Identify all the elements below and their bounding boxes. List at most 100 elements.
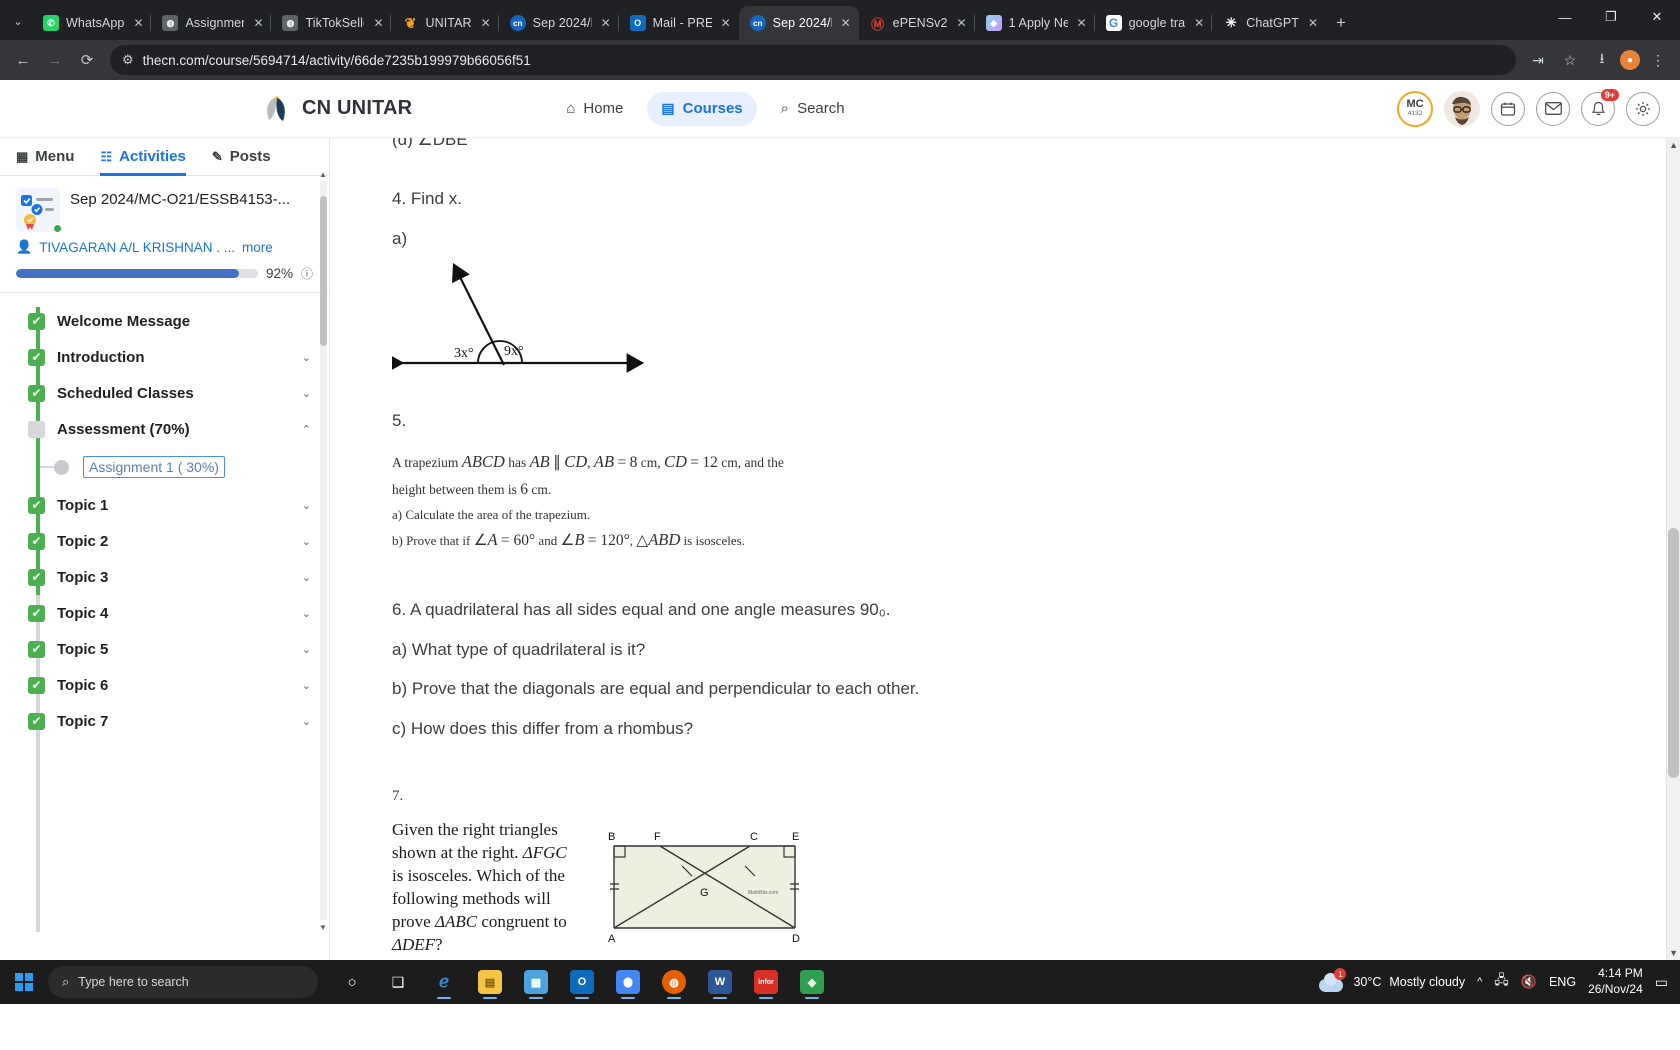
sidebar-item-topic-2[interactable]: ✔ Topic 2 ⌄ [0,523,329,559]
chevron-down-icon[interactable]: ⌄ [302,387,311,400]
sidebar-tab-menu[interactable]: ▦ Menu [16,138,74,176]
sidebar-item-welcome-message[interactable]: ✔ Welcome Message [0,303,329,339]
windows-start-icon[interactable] [0,973,48,991]
scroll-up-icon[interactable]: ▲ [1669,140,1678,150]
sidebar-item-topic-6[interactable]: ✔ Topic 6 ⌄ [0,667,329,703]
bell-icon[interactable]: 9+ [1581,88,1619,126]
reload-icon[interactable]: ⟳ [72,45,102,75]
close-icon[interactable]: ✕ [1075,16,1089,30]
sidebar-tab-posts[interactable]: ✎ Posts [212,138,271,176]
nav-search[interactable]: ⌕ Search [767,92,859,126]
scroll-down-icon[interactable]: ▼ [1669,948,1678,958]
browser-tab[interactable]: ❦ UNITAR ✕ [390,6,498,40]
sidebar-item-introduction[interactable]: ✔ Introduction ⌄ [0,339,329,375]
sidebar-item-topic-5[interactable]: ✔ Topic 5 ⌄ [0,631,329,667]
scroll-down-icon[interactable]: ▼ [319,923,327,932]
teacher-name[interactable]: TIVAGARAN A/L KRISHNAN . ... [39,240,235,255]
chevron-down-icon[interactable]: ⌄ [302,351,311,364]
sidebar-item-assessment[interactable]: Assessment (70%) ⌃ [0,411,329,447]
kebab-menu-icon[interactable]: ⋮ [1644,46,1672,74]
browser-tab[interactable]: ✳ ChatGPT ✕ [1211,6,1326,40]
address-bar[interactable]: ⚙ thecn.com/course/5694714/activity/66de… [110,45,1516,75]
content-scrollbar-thumb[interactable] [1668,528,1679,778]
scroll-up-icon[interactable]: ▲ [319,170,327,179]
chevron-down-icon[interactable]: ⌄ [302,499,311,512]
close-icon[interactable]: ✕ [479,16,493,30]
profile-icon[interactable]: ● [1620,50,1640,70]
info-icon[interactable]: ⓘ [301,265,313,282]
close-icon[interactable]: ✕ [251,16,265,30]
browser-tab[interactable]: ✆ WhatsApp ✕ [32,6,151,40]
close-icon[interactable]: ✕ [599,16,613,30]
chevron-down-icon[interactable]: ⌄ [302,643,311,656]
nav-courses[interactable]: ▤ Courses [647,91,757,126]
action-center-icon[interactable]: ▭ [1655,974,1668,991]
browser-tab[interactable]: O Mail - PRE ✕ [617,6,739,40]
taskbar-search-input[interactable]: ⌕ Type here to search [48,966,318,998]
chevron-down-icon[interactable]: ⌄ [302,535,311,548]
sidebar-subitem-label[interactable]: Assignment 1 ( 30%) [83,456,225,478]
nav-home[interactable]: ⌂ Home [552,92,637,126]
edge-icon[interactable]: ℯ [424,962,464,1002]
maximize-button[interactable]: ❐ [1588,0,1634,34]
browser-tab[interactable]: ◍ Assignmen ✕ [150,6,271,40]
new-tab-button[interactable]: + [1326,6,1356,40]
more-link[interactable]: more [242,240,273,255]
close-icon[interactable]: ✕ [839,16,853,30]
close-icon[interactable]: ✕ [371,16,385,30]
close-icon[interactable]: ✕ [1192,16,1206,30]
close-icon[interactable]: ✕ [955,16,969,30]
chrome-icon[interactable]: ◉ [608,962,648,1002]
sidebar-scrollbar-thumb[interactable] [320,196,327,346]
forward-icon[interactable]: → [40,45,70,75]
cortana-icon[interactable]: ○ [332,962,372,1002]
content-scrollbar[interactable]: ▲ ▼ [1666,138,1680,960]
volume-muted-icon[interactable]: 🔇 [1521,974,1537,990]
sidebar-item-topic-3[interactable]: ✔ Topic 3 ⌄ [0,559,329,595]
browser-tab[interactable]: ◍ TikTokSelle ✕ [270,6,391,40]
tray-expand-icon[interactable]: ^ [1477,976,1482,988]
close-icon[interactable]: ✕ [131,16,145,30]
sidebar-item-topic-7[interactable]: ✔ Topic 7 ⌄ [0,703,329,739]
site-settings-icon[interactable]: ⚙ [122,52,134,68]
chevron-down-icon[interactable]: ⌄ [302,607,311,620]
close-icon[interactable]: ✕ [719,16,733,30]
sidebar-scrollbar[interactable]: ▲ ▼ [319,170,327,932]
clock[interactable]: 4:14 PM 26/Nov/24 [1588,966,1643,997]
tab-search-icon[interactable]: ⌄ [4,2,32,40]
course-card[interactable]: Sep 2024/MC-O21/ESSB4153-... 👤 TIVAGARAN… [0,176,329,293]
gear-icon[interactable] [1626,91,1660,126]
close-window-button[interactable]: ✕ [1634,0,1680,34]
star-icon[interactable]: ☆ [1556,46,1584,74]
mail-icon[interactable] [1536,91,1570,126]
network-icon[interactable]: 🖧 [1494,971,1509,993]
chevron-down-icon[interactable]: ⌄ [302,679,311,692]
browser-tab[interactable]: ◆ 1 Apply Ne ✕ [973,6,1095,40]
avatar[interactable] [1444,90,1480,127]
browser-tab-active[interactable]: cn Sep 2024/M ✕ [738,6,859,40]
status-badge[interactable]: MC 4132 [1397,90,1433,127]
task-view-icon[interactable]: ❑ [378,962,418,1002]
app-icon[interactable]: ◈ [792,962,832,1002]
browser-tab[interactable]: G google tra ✕ [1093,6,1213,40]
chevron-down-icon[interactable]: ⌄ [302,571,311,584]
sidebar-subitem-assignment-1[interactable]: Assignment 1 ( 30%) [0,447,329,487]
calendar-icon[interactable] [1491,91,1525,126]
install-icon[interactable]: ⇥ [1524,46,1552,74]
minimize-button[interactable]: — [1542,0,1588,34]
infor-icon[interactable]: infor [746,962,786,1002]
file-explorer-icon[interactable]: ▤ [470,962,510,1002]
download-icon[interactable]: ⭳ [1588,46,1616,74]
chevron-down-icon[interactable]: ⌄ [302,715,311,728]
outlook-icon[interactable]: O [562,962,602,1002]
store-icon[interactable]: ▦ [516,962,556,1002]
firefox-icon[interactable]: ◍ [654,962,694,1002]
chevron-up-icon[interactable]: ⌃ [302,423,311,436]
back-icon[interactable]: ← [8,45,38,75]
close-icon[interactable]: ✕ [1306,16,1320,30]
sidebar-item-scheduled-classes[interactable]: ✔ Scheduled Classes ⌄ [0,375,329,411]
brand-logo[interactable]: CN UNITAR [262,93,412,125]
weather-widget[interactable]: 1 30°C Mostly cloudy [1319,968,1465,992]
browser-tab[interactable]: Ⓜ ePENSv2 ✕ [859,6,975,40]
browser-tab[interactable]: cn Sep 2024/M ✕ [497,6,619,40]
